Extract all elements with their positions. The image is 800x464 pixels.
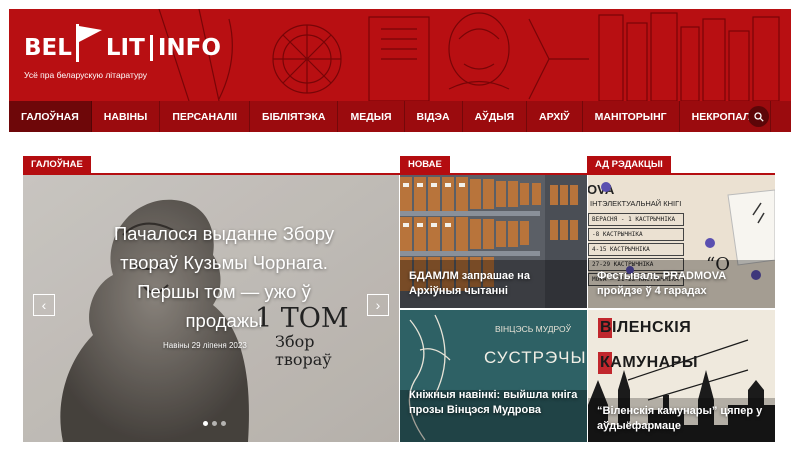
section-label-new: НОВАЕ [400,156,450,173]
logo-part-info: INFO [157,35,221,61]
logo-divider [149,35,153,61]
nav-item-persons[interactable]: ПЕРСАНАЛІІ [160,101,251,132]
vilna-poster-line-2: КАМУНАРЫ [600,354,699,371]
logo-flag-icon [75,24,102,62]
slider-prev-button[interactable]: ‹ [33,294,55,316]
cover-line-3: твораў [275,350,332,369]
search-button[interactable] [748,106,769,127]
slider-dots [203,421,226,426]
section-label-main: ГАЛОЎНАЕ [23,156,91,173]
tile-title-vilna[interactable]: “Віленскія камунары” цяпер у аўдыёфармац… [597,404,767,434]
nav-item-news[interactable]: НАВІНЫ [92,101,161,132]
section-label-editors: АД РЭДАКЦЫІ [587,156,671,173]
cover-author: ВІНЦЭСЬ МУДРОЎ [495,324,571,334]
chevron-left-icon: ‹ [41,297,47,313]
news-tile-pradmova[interactable]: OVA ІНТЭЛЕКТУАЛЬНАЙ КНІГІ ВЕРАСНЯ - 1 КА… [588,175,775,308]
vilna-poster-line-1: ВІЛЕНСКІЯ [600,319,692,336]
site-header: BEL LIT INFO Усё пра беларускую літарату… [9,9,791,101]
slider-next-button[interactable]: › [367,294,389,316]
tile-title-archive[interactable]: БДАМЛМ запрашае на Архіўныя чытанні [409,269,579,299]
slider-dot[interactable] [212,421,217,426]
site-logo[interactable]: BEL LIT INFO Усё пра беларускую літарату… [24,24,221,80]
slider-dot[interactable] [221,421,226,426]
nav-item-home[interactable]: ГАЛОЎНАЯ [9,101,92,132]
logo-part-bel: BEL [24,35,72,61]
page: BEL LIT INFO Усё пра беларускую літарату… [0,0,800,464]
chevron-right-icon: › [375,297,381,313]
slider-dot[interactable] [203,421,208,426]
logo-tagline: Усё пра беларускую літаратуру [24,70,147,80]
logo-wordmark: BEL LIT INFO [24,24,221,67]
nav-item-monitoring[interactable]: МАНІТОРЫНГ [583,101,680,132]
news-tile-vilna[interactable]: ВІЛЕНСКІЯ КАМУНАРЫ “Віленскія камунары” … [588,310,775,442]
nav-item-media[interactable]: МЕДЫЯ [338,101,405,132]
cover-line-2: Збор [275,332,315,351]
tile-title-mudrou[interactable]: Кніжныя навінкі: выйшла кніга прозы Вінц… [409,388,579,418]
nav-item-audio[interactable]: АЎДЫЯ [463,101,528,132]
featured-meta: Навіны 29 ліпеня 2023 [163,341,247,350]
featured-slide[interactable]: 1 ТОМ Збор твораў Пачалося выданне Збору… [23,175,399,442]
logo-part-lit: LIT [105,35,145,61]
cover-title: СУСТРЭЧЫ [484,348,587,367]
news-tile-mudrou[interactable]: ВІНЦЭСЬ МУДРОЎ СУСТРЭЧЫ Кніжныя навінкі:… [400,310,587,442]
main-nav: ГАЛОЎНАЯ НАВІНЫ ПЕРСАНАЛІІ БІБЛІЯТЭКА МЕ… [9,101,791,132]
featured-title[interactable]: Пачалося выданне Збору твораў Кузьмы Чор… [99,219,349,335]
search-icon [753,111,764,122]
nav-item-video[interactable]: ВІДЭА [405,101,463,132]
news-tile-archive[interactable]: БДАМЛМ запрашае на Архіўныя чытанні [400,175,587,308]
nav-item-library[interactable]: БІБЛІЯТЭКА [250,101,339,132]
tile-title-pradmova[interactable]: Фестываль PRADMOVA пройдзе ў 4 гарадах [597,269,767,299]
nav-item-archive[interactable]: АРХІЎ [527,101,583,132]
